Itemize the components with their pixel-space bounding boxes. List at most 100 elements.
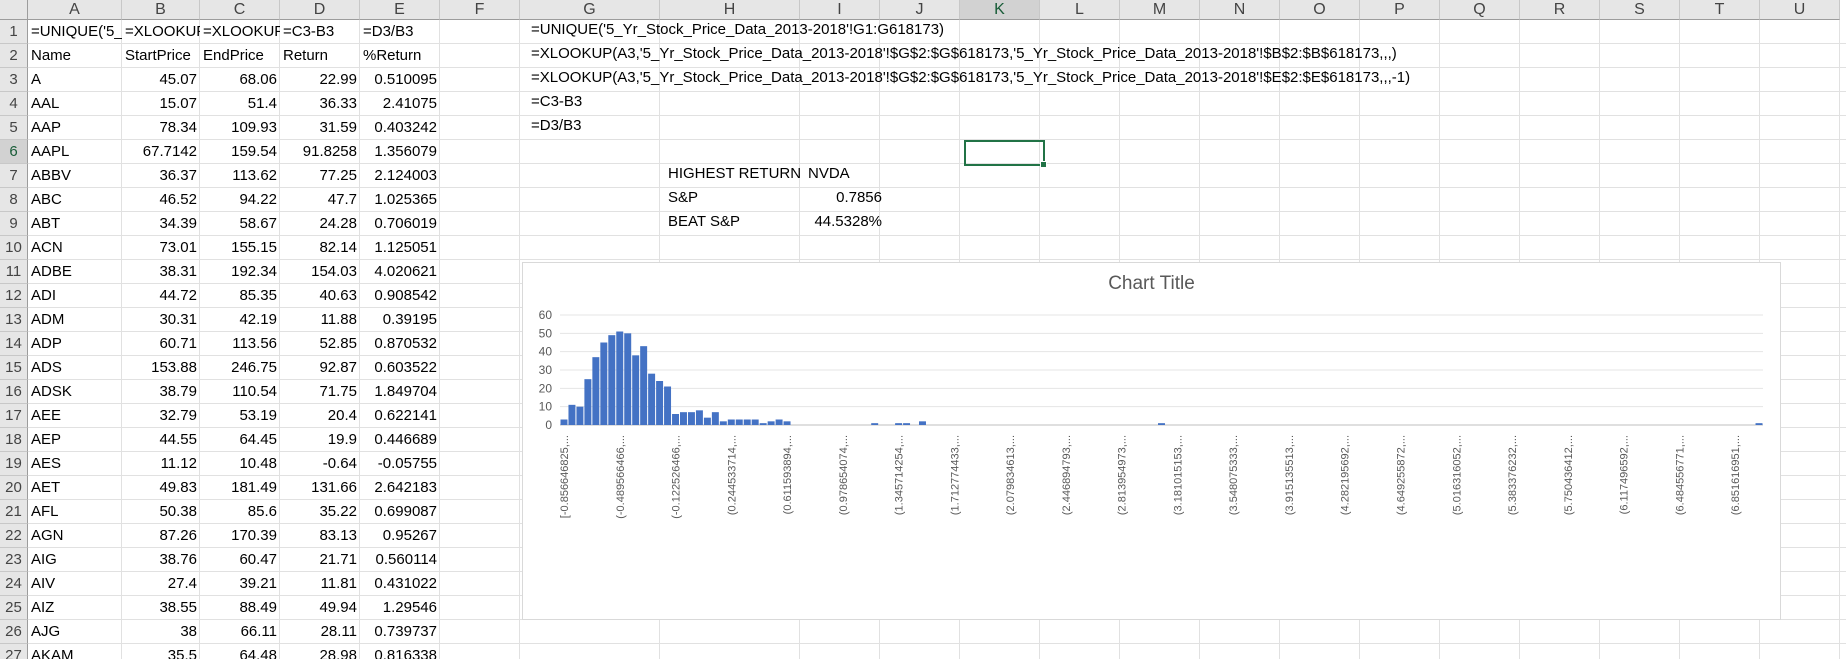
histogram-bar[interactable]	[711, 412, 719, 425]
column-header-b[interactable]: B	[122, 0, 200, 20]
column-header-l[interactable]: L	[1040, 0, 1120, 20]
cell-c12[interactable]: 85.35	[200, 286, 280, 306]
cell-c25[interactable]: 88.49	[200, 598, 280, 618]
cell-c22[interactable]: 170.39	[200, 526, 280, 546]
column-header-p[interactable]: P	[1360, 0, 1440, 20]
cell-e9[interactable]: 0.706019	[360, 214, 440, 234]
row-header-7[interactable]: 7	[0, 164, 28, 188]
cell-b26[interactable]: 38	[122, 622, 200, 642]
cell-a14[interactable]: ADP	[28, 334, 122, 354]
cell-e26[interactable]: 0.739737	[360, 622, 440, 642]
active-cell-k6[interactable]	[964, 140, 1047, 168]
cell-b25[interactable]: 38.55	[122, 598, 200, 618]
cell-e10[interactable]: 1.125051	[360, 238, 440, 258]
cell-e16[interactable]: 1.849704	[360, 382, 440, 402]
cell-b18[interactable]: 44.55	[122, 430, 200, 450]
cell-b10[interactable]: 73.01	[122, 238, 200, 258]
cell-e3[interactable]: 0.510095	[360, 70, 440, 90]
cell-b23[interactable]: 38.76	[122, 550, 200, 570]
formula-text-g5[interactable]: =D3/B3	[528, 116, 584, 136]
cell-e13[interactable]: 0.39195	[360, 310, 440, 330]
cell-a1[interactable]: =UNIQUE('5_	[28, 22, 122, 42]
cell-e12[interactable]: 0.908542	[360, 286, 440, 306]
sp-label[interactable]: S&P	[665, 188, 805, 208]
cell-b12[interactable]: 44.72	[122, 286, 200, 306]
histogram-bar[interactable]	[767, 421, 775, 425]
cell-d14[interactable]: 52.85	[280, 334, 360, 354]
cell-d12[interactable]: 40.63	[280, 286, 360, 306]
histogram-bar[interactable]	[903, 423, 911, 425]
row-header-1[interactable]: 1	[0, 20, 28, 44]
cell-b17[interactable]: 32.79	[122, 406, 200, 426]
cell-e22[interactable]: 0.95267	[360, 526, 440, 546]
cell-c23[interactable]: 60.47	[200, 550, 280, 570]
cell-d3[interactable]: 22.99	[280, 70, 360, 90]
histogram-bar[interactable]	[560, 419, 568, 426]
cell-b6[interactable]: 67.7142	[122, 142, 200, 162]
cell-c20[interactable]: 181.49	[200, 478, 280, 498]
row-header-6[interactable]: 6	[0, 140, 28, 164]
cell-c26[interactable]: 66.11	[200, 622, 280, 642]
cell-a7[interactable]: ABBV	[28, 166, 122, 186]
cell-b4[interactable]: 15.07	[122, 94, 200, 114]
cell-c1[interactable]: =XLOOKUP	[200, 22, 280, 42]
histogram-bar[interactable]	[775, 419, 783, 426]
histogram-bar[interactable]	[719, 421, 727, 425]
row-header-25[interactable]: 25	[0, 596, 28, 620]
cell-a26[interactable]: AJG	[28, 622, 122, 642]
cell-a4[interactable]: AAL	[28, 94, 122, 114]
cell-e17[interactable]: 0.622141	[360, 406, 440, 426]
cell-e4[interactable]: 2.41075	[360, 94, 440, 114]
histogram-bar[interactable]	[1755, 423, 1763, 425]
histogram-bar[interactable]	[632, 355, 640, 425]
cell-b3[interactable]: 45.07	[122, 70, 200, 90]
cell-c14[interactable]: 113.56	[200, 334, 280, 354]
histogram-bar[interactable]	[656, 381, 664, 425]
cell-d5[interactable]: 31.59	[280, 118, 360, 138]
cell-a23[interactable]: AIG	[28, 550, 122, 570]
cell-d21[interactable]: 35.22	[280, 502, 360, 522]
cell-b20[interactable]: 49.83	[122, 478, 200, 498]
histogram-bar[interactable]	[600, 342, 608, 426]
cell-d7[interactable]: 77.25	[280, 166, 360, 186]
cell-b14[interactable]: 60.71	[122, 334, 200, 354]
cell-a11[interactable]: ADBE	[28, 262, 122, 282]
cell-c16[interactable]: 110.54	[200, 382, 280, 402]
cell-e11[interactable]: 4.020621	[360, 262, 440, 282]
select-all-corner[interactable]	[0, 0, 28, 20]
histogram-bar[interactable]	[608, 335, 616, 425]
row-header-19[interactable]: 19	[0, 452, 28, 476]
cell-c17[interactable]: 53.19	[200, 406, 280, 426]
row-header-21[interactable]: 21	[0, 500, 28, 524]
cell-c19[interactable]: 10.48	[200, 454, 280, 474]
histogram-bar[interactable]	[743, 419, 751, 426]
cell-d26[interactable]: 28.11	[280, 622, 360, 642]
column-header-c[interactable]: C	[200, 0, 280, 20]
histogram-bar[interactable]	[895, 423, 903, 425]
cell-d11[interactable]: 154.03	[280, 262, 360, 282]
column-header-g[interactable]: G	[520, 0, 660, 20]
cell-e23[interactable]: 0.560114	[360, 550, 440, 570]
cell-a24[interactable]: AIV	[28, 574, 122, 594]
cell-c2[interactable]: EndPrice	[200, 46, 280, 66]
column-header-e[interactable]: E	[360, 0, 440, 20]
cell-e19[interactable]: -0.05755	[360, 454, 440, 474]
column-header-r[interactable]: R	[1520, 0, 1600, 20]
cell-d22[interactable]: 83.13	[280, 526, 360, 546]
cell-c8[interactable]: 94.22	[200, 190, 280, 210]
cell-d15[interactable]: 92.87	[280, 358, 360, 378]
cell-a17[interactable]: AEE	[28, 406, 122, 426]
cell-d23[interactable]: 21.71	[280, 550, 360, 570]
row-header-9[interactable]: 9	[0, 212, 28, 236]
histogram-bar[interactable]	[680, 412, 687, 425]
histogram-bar[interactable]	[759, 423, 767, 425]
histogram-bar[interactable]	[727, 419, 735, 426]
sp-value[interactable]: 0.7856	[805, 188, 885, 208]
cell-e1[interactable]: =D3/B3	[360, 22, 440, 42]
column-header-i[interactable]: I	[800, 0, 880, 20]
cell-a22[interactable]: AGN	[28, 526, 122, 546]
cell-d25[interactable]: 49.94	[280, 598, 360, 618]
row-header-8[interactable]: 8	[0, 188, 28, 212]
cell-a25[interactable]: AIZ	[28, 598, 122, 618]
column-header-a[interactable]: A	[28, 0, 122, 20]
